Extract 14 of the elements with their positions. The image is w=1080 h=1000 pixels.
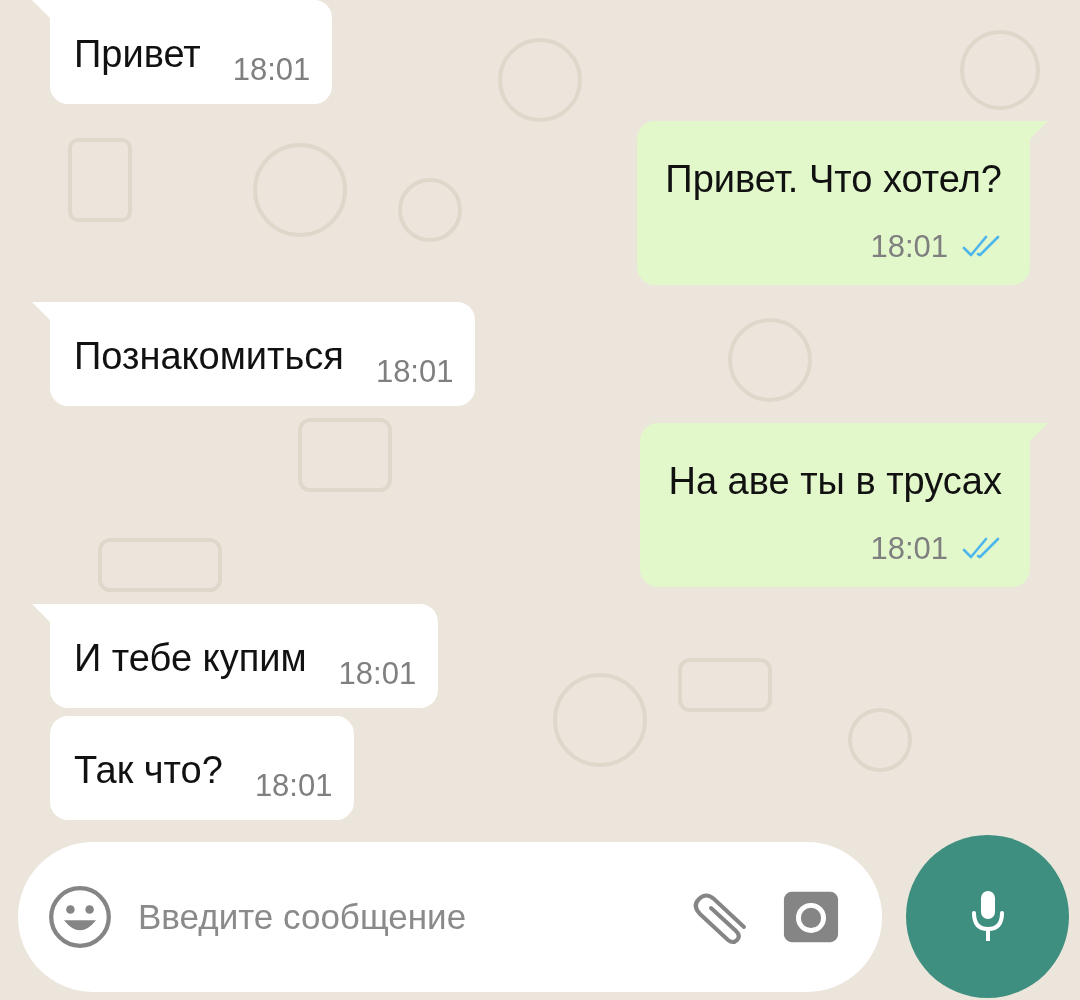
message-text: Так что? (74, 748, 223, 793)
message-time: 18:01 (254, 767, 333, 805)
message-text: И тебе купим (74, 636, 307, 681)
message-time: 18:01 (870, 530, 948, 568)
message-text: Привет. Что хотел? (665, 157, 1002, 201)
message-field[interactable]: Введите сообщение (136, 895, 662, 938)
message-text: Познакомиться (74, 334, 344, 379)
message-time: 18:01 (375, 353, 454, 391)
message-time: 18:01 (232, 51, 311, 89)
message-text: Привет (74, 32, 201, 77)
message-text: На аве ты в трусах (668, 459, 1002, 503)
smiley-icon[interactable] (48, 884, 112, 949)
message-time: 18:01 (338, 655, 417, 693)
message-time: 18:01 (870, 228, 948, 266)
